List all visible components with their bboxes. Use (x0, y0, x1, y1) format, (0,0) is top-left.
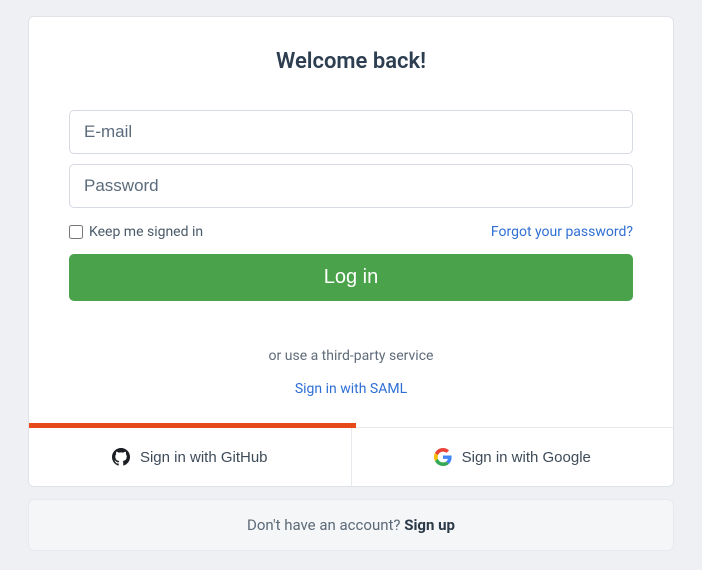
options-row: Keep me signed in Forgot your password? (69, 224, 633, 240)
login-card-body: Welcome back! Keep me signed in Forgot y… (29, 17, 673, 427)
saml-link[interactable]: Sign in with SAML (295, 381, 407, 397)
keep-signed-in-checkbox[interactable] (69, 225, 83, 239)
github-icon (112, 448, 130, 466)
google-button-label: Sign in with Google (462, 449, 591, 466)
github-signin-button[interactable]: Sign in with GitHub (29, 428, 351, 486)
github-button-label: Sign in with GitHub (140, 449, 268, 466)
signup-prompt: Don't have an account? (247, 516, 404, 534)
page-title: Welcome back! (69, 49, 633, 74)
email-field[interactable] (69, 110, 633, 154)
forgot-password-link[interactable]: Forgot your password? (491, 224, 633, 240)
third-party-separator: or use a third-party service (69, 345, 633, 364)
login-card: Welcome back! Keep me signed in Forgot y… (28, 16, 674, 487)
password-field[interactable] (69, 164, 633, 208)
third-party-text: or use a third-party service (269, 348, 434, 364)
google-signin-button[interactable]: Sign in with Google (351, 428, 674, 486)
oauth-row: Sign in with GitHub Sign in with Google (29, 427, 673, 486)
signup-link[interactable]: Sign up (404, 516, 455, 534)
signup-card[interactable]: Don't have an account? Sign up (28, 499, 674, 551)
login-button[interactable]: Log in (69, 254, 633, 301)
keep-signed-in[interactable]: Keep me signed in (69, 224, 203, 240)
google-icon (434, 448, 452, 466)
keep-signed-in-label: Keep me signed in (89, 224, 203, 240)
